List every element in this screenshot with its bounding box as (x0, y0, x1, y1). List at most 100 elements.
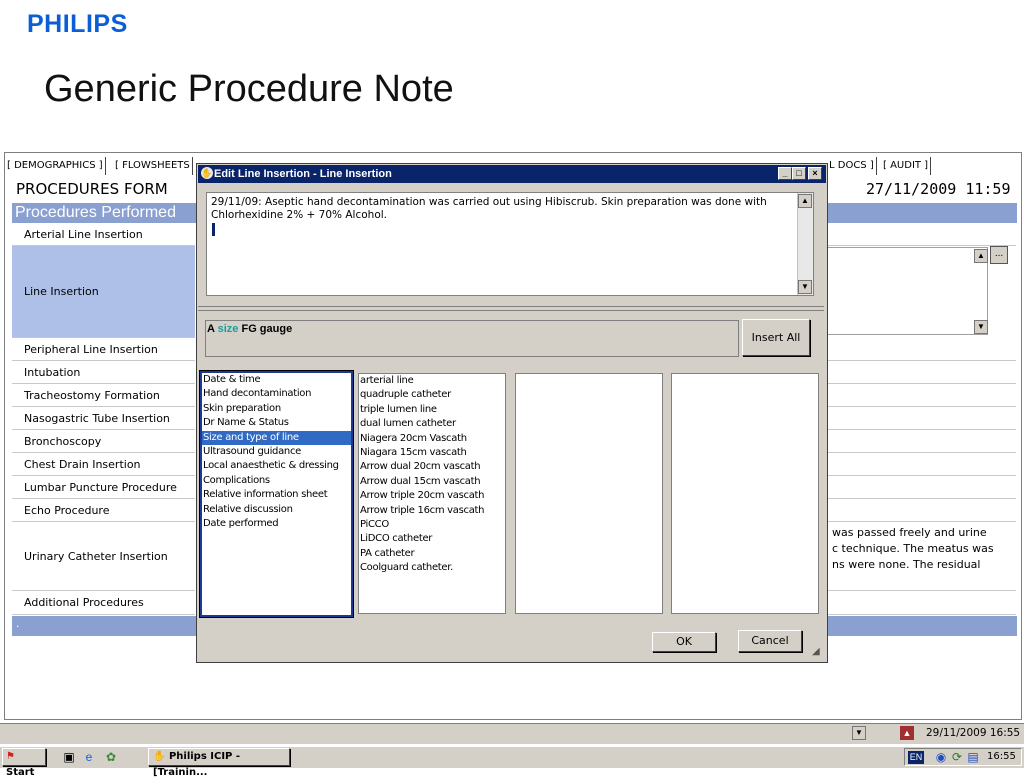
row-line (826, 499, 1016, 522)
task-label: Philips ICIP - [Trainin... (153, 751, 241, 778)
option-item[interactable]: triple lumen line (359, 403, 505, 417)
category-item[interactable]: Ultrasound guidance (202, 445, 351, 459)
option-item[interactable]: Niagera 20cm Vascath (359, 432, 505, 446)
tab-docs[interactable]: L DOCS ] (827, 157, 877, 175)
more-button[interactable]: ... (990, 246, 1008, 264)
procedure-nasogastric[interactable]: Nasogastric Tube Insertion (12, 407, 195, 430)
option-item[interactable]: PiCCO (359, 518, 505, 532)
sync-icon[interactable]: ⟳ (950, 750, 964, 764)
desktop-icon[interactable]: ▣ (62, 750, 76, 764)
option-item[interactable]: PA catheter (359, 547, 505, 561)
category-item[interactable]: Date performed (202, 517, 351, 531)
category-item[interactable]: Dr Name & Status (202, 416, 351, 430)
language-indicator[interactable]: EN (908, 751, 924, 764)
category-item[interactable]: Relative discussion (202, 503, 351, 517)
option-item[interactable]: Niagara 15cm vascath (359, 446, 505, 460)
option-item[interactable]: arterial line (359, 374, 505, 388)
slide-title: Generic Procedure Note (44, 68, 454, 110)
option-item[interactable]: quadruple catheter (359, 388, 505, 402)
option-list[interactable]: arterial line quadruple catheter triple lu… (358, 373, 506, 614)
category-item[interactable]: Local anaesthetic & dressing (202, 459, 351, 473)
option-item[interactable]: LiDCO catheter (359, 532, 505, 546)
start-button[interactable]: ⚑ Start (2, 748, 46, 778)
row-line (826, 224, 1016, 246)
tab-audit[interactable]: [ AUDIT ] (881, 157, 932, 175)
line-insertion-text-box[interactable] (826, 247, 988, 335)
procedure-urinary-catheter[interactable]: Urinary Catheter Insertion (12, 522, 195, 591)
procedure-line-insertion[interactable]: Line Insertion (12, 246, 195, 338)
taskbar-item-philips-icip[interactable]: ✋ Philips ICIP - [Trainin... (148, 748, 290, 778)
option-item[interactable]: dual lumen catheter (359, 417, 505, 431)
option-item[interactable]: Arrow triple 20cm vascath (359, 489, 505, 503)
row-line (826, 430, 1016, 453)
row-line (826, 591, 1016, 615)
minimize-icon[interactable]: _ (778, 167, 792, 180)
cancel-button[interactable]: Cancel (738, 630, 802, 652)
app-hand-icon: ✋ (153, 751, 166, 762)
procedure-lumbar-puncture[interactable]: Lumbar Puncture Procedure (12, 476, 195, 499)
scroll-down-icon[interactable]: ▼ (974, 320, 988, 334)
category-item[interactable]: Relative information sheet (202, 488, 351, 502)
ok-button[interactable]: OK (652, 632, 716, 652)
monitor-icon[interactable]: ▤ (966, 750, 980, 764)
maximize-icon[interactable]: □ (792, 167, 806, 180)
scroll-up-icon[interactable]: ▲ (798, 194, 812, 208)
empty-list-3[interactable] (515, 373, 663, 614)
note-text: 29/11/09: Aseptic hand decontamination w… (211, 196, 767, 221)
scroll-up-icon[interactable]: ▲ (974, 249, 988, 263)
option-item[interactable]: Arrow triple 16cm vascath (359, 504, 505, 518)
category-item[interactable]: Hand decontamination (202, 387, 351, 401)
philips-logo: PHILIPS (27, 10, 128, 38)
close-icon[interactable]: × (808, 167, 822, 180)
option-item[interactable]: Arrow dual 15cm vascath (359, 475, 505, 489)
status-bar (0, 723, 1024, 744)
option-item[interactable]: Arrow dual 20cm vascath (359, 460, 505, 474)
category-item[interactable]: Date & time (202, 373, 351, 387)
row-line (826, 453, 1016, 476)
windows-flag-icon: ⚑ (6, 751, 15, 762)
form-datetime: 27/11/2009 11:59 (866, 180, 1011, 198)
messenger-icon[interactable]: ✿ (104, 750, 118, 764)
scroll-down-icon[interactable]: ▼ (798, 280, 812, 294)
procedure-peripheral-line[interactable]: Peripheral Line Insertion (12, 338, 195, 361)
category-list[interactable]: Date & time Hand decontamination Skin prep… (199, 370, 354, 618)
procedure-chest-drain[interactable]: Chest Drain Insertion (12, 453, 195, 476)
procedure-intubation[interactable]: Intubation (12, 361, 195, 384)
template-preview-text: A size FG gauge (207, 323, 292, 335)
clock: 16:55 (987, 751, 1016, 762)
template-prefix: A (207, 323, 215, 335)
option-item[interactable]: Coolguard catheter. (359, 561, 505, 575)
tab-flowsheets[interactable]: [ FLOWSHEETS (113, 157, 193, 175)
resize-grip-icon[interactable]: ◢ (812, 646, 820, 657)
row-line (826, 476, 1016, 499)
status-datetime: 29/11/2009 16:55 (926, 727, 1021, 739)
network-icon[interactable]: ◉ (934, 750, 948, 764)
note-line: was passed freely and urine (832, 526, 987, 539)
row-line (826, 361, 1016, 384)
category-item[interactable]: Skin preparation (202, 402, 351, 416)
dropdown-arrow-icon[interactable]: ▼ (852, 726, 866, 740)
form-title: PROCEDURES FORM (16, 180, 168, 198)
row-line (826, 384, 1016, 407)
category-item[interactable]: Complications (202, 474, 351, 488)
note-line: c technique. The meatus was (832, 542, 994, 555)
procedure-echo[interactable]: Echo Procedure (12, 499, 195, 522)
text-caret (212, 223, 215, 236)
internet-explorer-icon[interactable]: e (82, 750, 96, 764)
procedure-additional[interactable]: Additional Procedures (12, 591, 195, 615)
pane-splitter[interactable] (198, 306, 824, 311)
insert-all-button[interactable]: Insert All (742, 319, 810, 356)
category-item[interactable]: Size and type of line (202, 430, 351, 446)
row-line (826, 338, 1016, 361)
app-hand-icon: ✋ (201, 167, 213, 179)
procedure-tracheostomy[interactable]: Tracheostomy Formation (12, 384, 195, 407)
template-placeholder[interactable]: size (218, 323, 239, 335)
note-line: ns were none. The residual (832, 558, 981, 571)
procedure-bronchoscopy[interactable]: Bronchoscopy (12, 430, 195, 453)
dialog-title[interactable]: Edit Line Insertion - Line Insertion (198, 165, 826, 183)
tab-demographics[interactable]: [ DEMOGRAPHICS ] (5, 157, 106, 175)
template-suffix: FG gauge (241, 323, 293, 335)
procedure-arterial-line[interactable]: Arterial Line Insertion (12, 224, 195, 246)
empty-list-4[interactable] (671, 373, 819, 614)
start-label: Start (6, 767, 35, 778)
